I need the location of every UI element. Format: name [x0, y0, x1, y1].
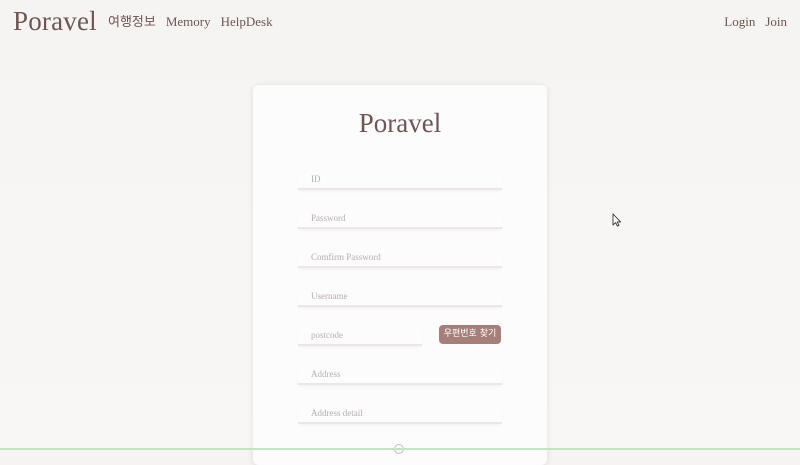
- account-nav: Login Join: [724, 14, 787, 30]
- nav-item-travel-info[interactable]: 여행정보: [108, 14, 156, 30]
- id-input[interactable]: [298, 170, 502, 190]
- nav-item-memory[interactable]: Memory: [166, 14, 211, 30]
- brand-logo[interactable]: Poravel: [13, 4, 97, 38]
- postcode-input[interactable]: [298, 326, 422, 346]
- nav-item-helpdesk[interactable]: HelpDesk: [221, 14, 273, 30]
- signup-card: Poravel 우편번호 찾기: [253, 85, 547, 465]
- username-input[interactable]: [298, 287, 502, 307]
- login-link[interactable]: Login: [724, 14, 755, 30]
- address-detail-input[interactable]: [298, 404, 502, 424]
- password-input[interactable]: [298, 209, 502, 229]
- join-link[interactable]: Join: [765, 14, 787, 30]
- find-postcode-button[interactable]: 우편번호 찾기: [439, 325, 501, 344]
- primary-nav: 여행정보 Memory HelpDesk: [108, 14, 273, 30]
- mouse-cursor-icon: [612, 213, 622, 227]
- signup-title: Poravel: [358, 108, 442, 138]
- confirm-password-input[interactable]: [298, 248, 502, 268]
- address-input[interactable]: [298, 365, 502, 385]
- top-navigation-bar: Poravel 여행정보 Memory HelpDesk Login Join: [0, 0, 800, 44]
